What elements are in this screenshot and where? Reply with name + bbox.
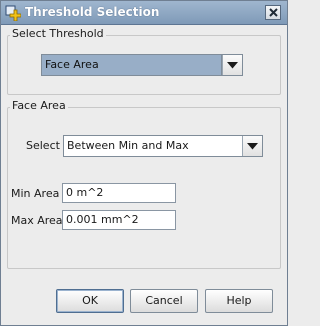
dialog-title: Threshold Selection [25, 5, 160, 19]
help-button[interactable]: Help [205, 289, 273, 313]
min-area-label: Min Area [11, 187, 60, 200]
min-area-field[interactable]: 0 m^2 [62, 183, 176, 203]
select-mode-dropdown[interactable]: Between Min and Max [63, 135, 263, 157]
max-area-field[interactable]: 0.001 mm^2 [62, 210, 176, 230]
ok-button[interactable]: OK [56, 289, 124, 313]
chevron-down-icon [247, 143, 258, 150]
select-label: Select [26, 139, 60, 152]
max-area-label: Max Area [11, 214, 63, 227]
select-mode-value: Between Min and Max [67, 139, 189, 152]
face-area-legend: Face Area [10, 99, 68, 112]
threshold-selection-dialog: Threshold Selection Select Threshold Fac… [0, 0, 288, 326]
threshold-dropdown-arrow[interactable] [222, 55, 242, 75]
cancel-button[interactable]: Cancel [130, 289, 198, 313]
close-icon [269, 8, 278, 17]
title-bar[interactable]: Threshold Selection [1, 1, 287, 25]
select-threshold-legend: Select Threshold [10, 27, 106, 40]
threshold-dropdown-value: Face Area [42, 55, 222, 75]
chevron-down-icon [227, 62, 238, 69]
select-mode-arrow[interactable] [242, 136, 262, 156]
threshold-dropdown[interactable]: Face Area [41, 54, 243, 76]
threshold-plus-icon [5, 5, 22, 22]
close-button[interactable] [265, 5, 281, 20]
